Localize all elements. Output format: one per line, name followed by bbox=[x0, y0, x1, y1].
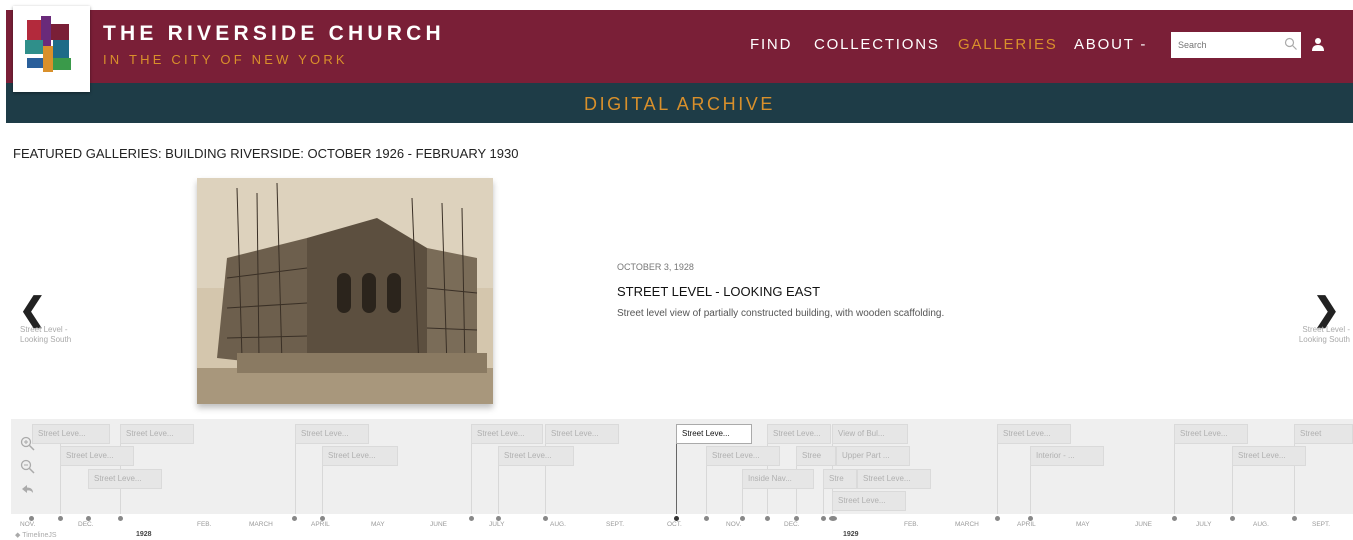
timeline-marker[interactable]: Street bbox=[1294, 424, 1353, 444]
slide-photo bbox=[197, 178, 493, 404]
timelinejs-credit-text: TimelineJS bbox=[22, 532, 57, 539]
axis-month: DEC. bbox=[784, 521, 800, 528]
axis-month: AUG. bbox=[550, 521, 566, 528]
timeline-marker[interactable]: Street Leve... bbox=[857, 469, 931, 489]
axis-month: FEB. bbox=[197, 521, 212, 528]
timeline-marker[interactable]: Street Leve... bbox=[545, 424, 619, 444]
timeline-marker[interactable]: Street Leve... bbox=[120, 424, 194, 444]
axis-tick bbox=[292, 516, 297, 521]
timeline-marker[interactable]: Inside Nav... bbox=[742, 469, 814, 489]
church-logo[interactable] bbox=[13, 6, 90, 92]
marker-stem bbox=[1174, 433, 1175, 516]
timeline-marker[interactable]: Street Leve... bbox=[295, 424, 369, 444]
timelinejs-credit[interactable]: ◆ TimelineJS bbox=[15, 531, 57, 539]
page-heading: FEATURED GALLERIES: BUILDING RIVERSIDE: … bbox=[13, 146, 519, 161]
next-arrow-icon[interactable]: ❯ bbox=[1313, 290, 1340, 328]
axis-month: JULY bbox=[489, 521, 505, 528]
site-subtitle: IN THE CITY OF NEW YORK bbox=[103, 52, 348, 67]
axis-tick bbox=[704, 516, 709, 521]
timeline-marker-active[interactable]: Street Leve... bbox=[676, 424, 752, 444]
marker-stem bbox=[295, 433, 296, 516]
axis-month: APRIL bbox=[1017, 521, 1036, 528]
axis-month: MAY bbox=[371, 521, 385, 528]
timeline-marker[interactable]: Stre bbox=[823, 469, 857, 489]
timeline-marker[interactable]: Street Leve... bbox=[32, 424, 110, 444]
slide-date: OCTOBER 3, 1928 bbox=[617, 262, 694, 272]
axis-month: DEC. bbox=[78, 521, 94, 528]
timeline-marker[interactable]: Street Leve... bbox=[88, 469, 162, 489]
timeline-marker[interactable]: Street Leve... bbox=[997, 424, 1071, 444]
marker-stem-active bbox=[676, 433, 677, 516]
axis-month: JULY bbox=[1196, 521, 1212, 528]
nav-find[interactable]: FIND bbox=[750, 36, 792, 53]
timeline-marker[interactable]: Street Leve... bbox=[498, 446, 574, 466]
axis-tick bbox=[118, 516, 123, 521]
axis-tick bbox=[821, 516, 826, 521]
prev-arrow-icon[interactable]: ❮ bbox=[19, 290, 46, 328]
axis-tick bbox=[995, 516, 1000, 521]
timeline-marker[interactable]: Street Leve... bbox=[706, 446, 780, 466]
axis-tick bbox=[829, 516, 837, 521]
logo-icon bbox=[25, 16, 71, 72]
timeline-marker[interactable]: Upper Part ... bbox=[836, 446, 910, 466]
axis-tick bbox=[1292, 516, 1297, 521]
subbar-title: DIGITAL ARCHIVE bbox=[583, 94, 776, 114]
timeline-marker[interactable]: Street Leve... bbox=[767, 424, 831, 444]
axis-month: SEPT. bbox=[1312, 521, 1331, 528]
axis-year: 1928 bbox=[136, 531, 152, 538]
axis-month: NOV. bbox=[726, 521, 742, 528]
marker-stem bbox=[997, 433, 998, 516]
next-slide-label[interactable]: Street Level - Looking South bbox=[1280, 325, 1350, 345]
back-to-start-icon[interactable] bbox=[20, 482, 36, 498]
axis-month: APRIL bbox=[311, 521, 330, 528]
nav-collections[interactable]: COLLECTIONS bbox=[814, 36, 940, 53]
axis-month: JUNE bbox=[1135, 521, 1152, 528]
axis-tick bbox=[765, 516, 770, 521]
prev-slide-label[interactable]: Street Level - Looking South bbox=[20, 325, 90, 345]
timeline-marker[interactable]: Interior - ... bbox=[1030, 446, 1104, 466]
axis-month: NOV. bbox=[20, 521, 36, 528]
timeline-marker[interactable]: Stree bbox=[796, 446, 836, 466]
site-header bbox=[6, 10, 1353, 83]
axis-month: SEPT. bbox=[606, 521, 625, 528]
search-input[interactable] bbox=[1171, 32, 1301, 58]
axis-year: 1929 bbox=[843, 531, 859, 538]
subbar: DIGITAL ARCHIVE bbox=[6, 83, 1353, 123]
timeline-marker[interactable]: Street Leve... bbox=[60, 446, 134, 466]
timeline-marker[interactable]: Street Leve... bbox=[1232, 446, 1306, 466]
axis-tick bbox=[543, 516, 548, 521]
axis-tick bbox=[58, 516, 63, 521]
axis-month: MARCH bbox=[955, 521, 979, 528]
axis-tick bbox=[1230, 516, 1235, 521]
slide-description: Street level view of partially construct… bbox=[617, 308, 945, 319]
axis-month: MAY bbox=[1076, 521, 1090, 528]
zoom-out-icon[interactable] bbox=[20, 459, 36, 475]
nav-about[interactable]: ABOUT - bbox=[1074, 36, 1147, 53]
site-title[interactable]: THE RIVERSIDE CHURCH bbox=[103, 22, 445, 46]
axis-month: JUNE bbox=[430, 521, 447, 528]
timeline-marker[interactable]: Street Leve... bbox=[322, 446, 398, 466]
timeline-marker[interactable]: Street Leve... bbox=[832, 491, 906, 511]
search-icon[interactable] bbox=[1284, 37, 1298, 51]
nav-galleries[interactable]: GALLERIES bbox=[958, 36, 1058, 53]
axis-month: AUG. bbox=[1253, 521, 1269, 528]
user-icon[interactable] bbox=[1311, 37, 1325, 51]
timeline-marker[interactable]: Street Leve... bbox=[471, 424, 543, 444]
marker-stem bbox=[471, 433, 472, 516]
axis-tick bbox=[469, 516, 474, 521]
axis-month: MARCH bbox=[249, 521, 273, 528]
top-spacer bbox=[0, 0, 1353, 10]
axis-tick bbox=[1172, 516, 1177, 521]
building-photo-image bbox=[197, 178, 493, 404]
timeline-marker[interactable]: Street Leve... bbox=[1174, 424, 1248, 444]
axis-month: OCT. bbox=[667, 521, 682, 528]
timeline-marker[interactable]: View of Bul... bbox=[832, 424, 908, 444]
axis-month: FEB. bbox=[904, 521, 919, 528]
slide-title: STREET LEVEL - LOOKING EAST bbox=[617, 284, 821, 299]
